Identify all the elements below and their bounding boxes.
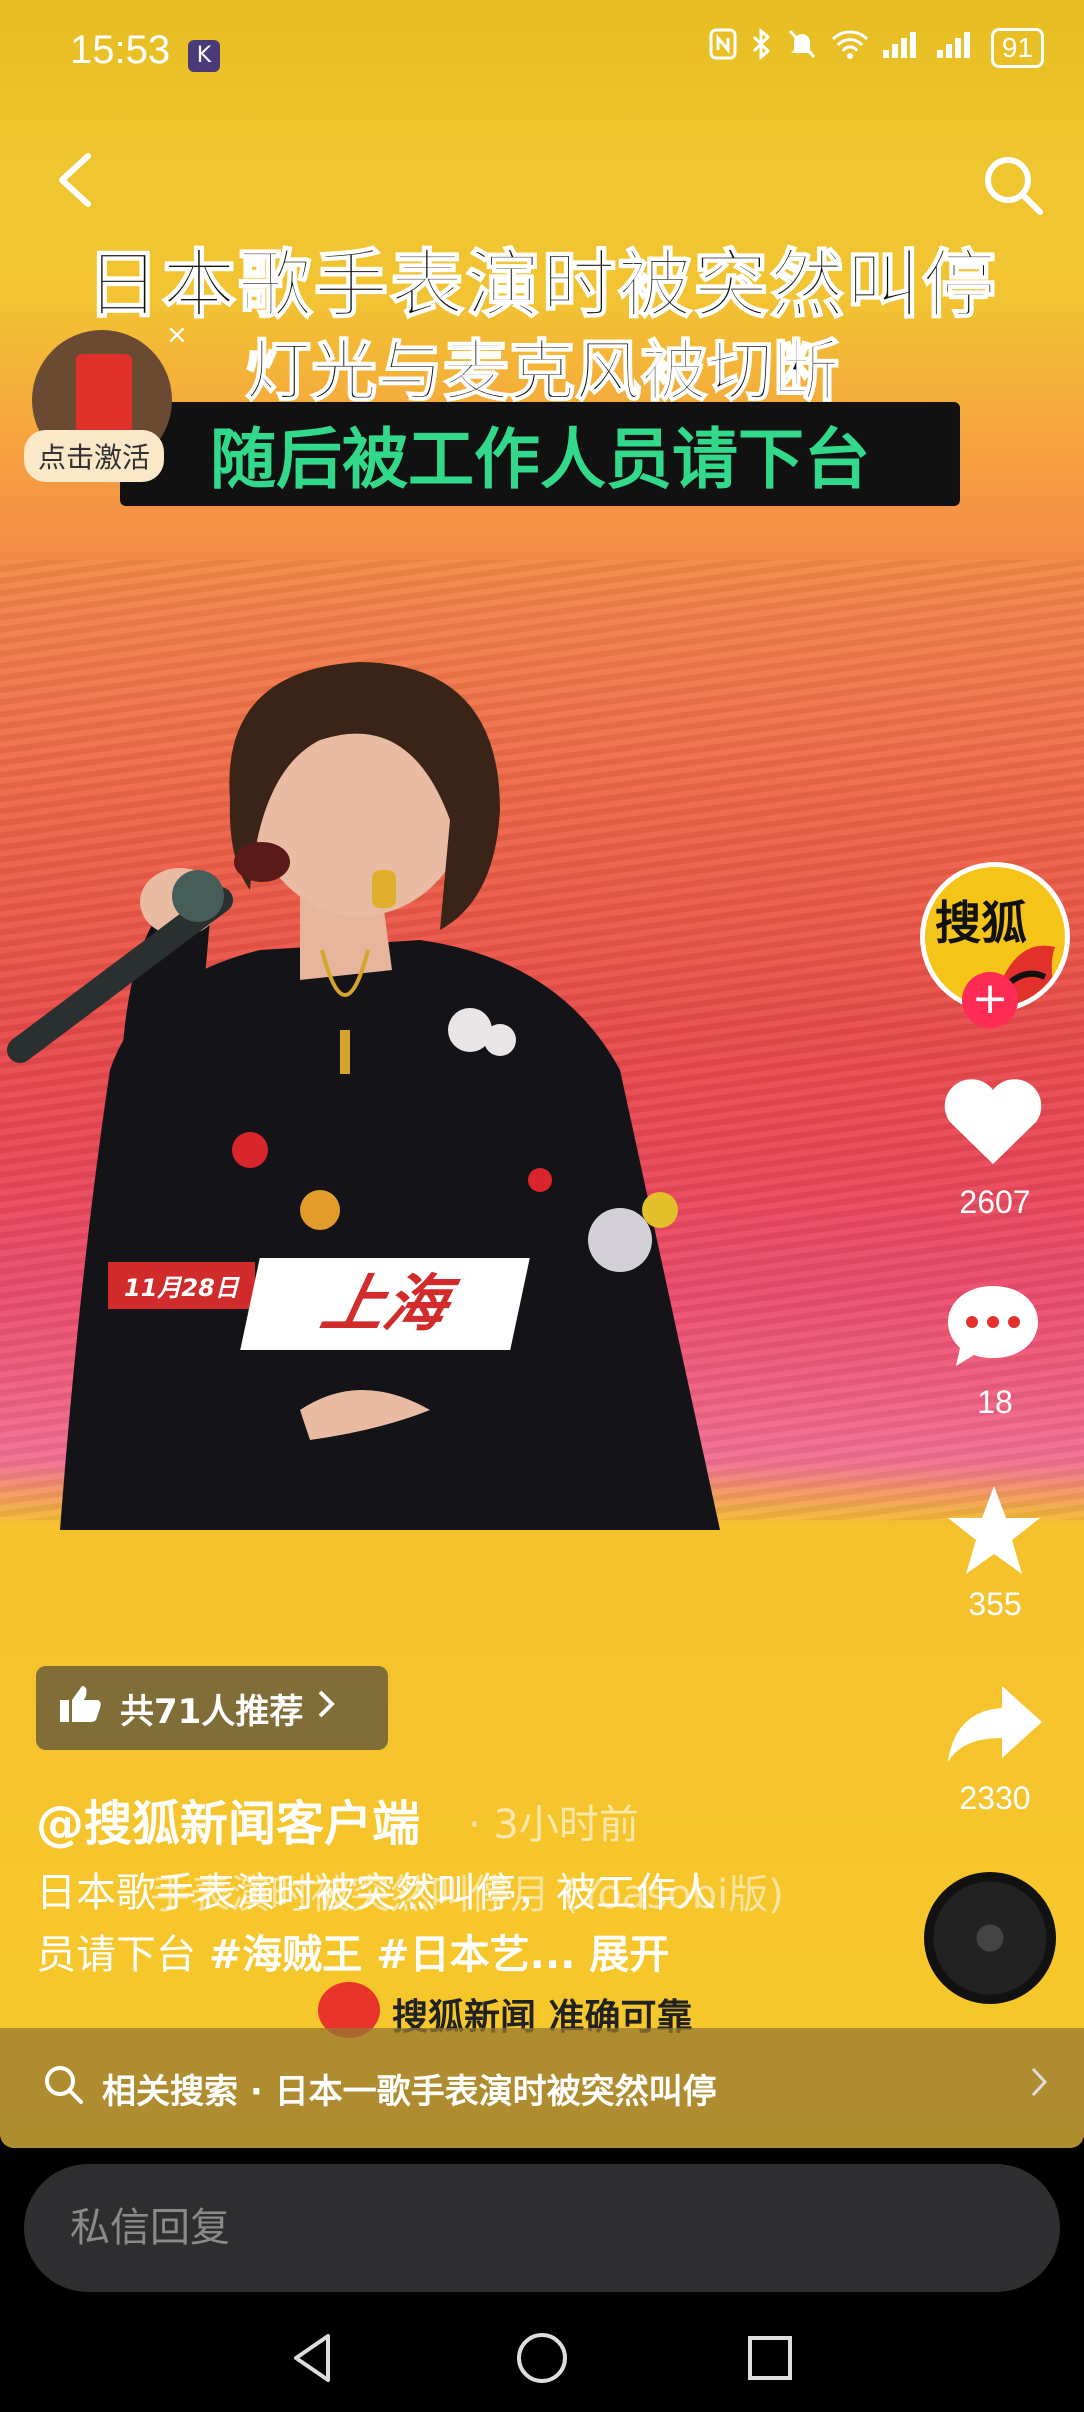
hashtag-link[interactable]: #海贼王 — [209, 1932, 363, 1978]
star-icon — [948, 1486, 1040, 1574]
chevron-left-icon — [59, 153, 91, 207]
video-headline-3: 随后被工作人员请下台 — [120, 402, 960, 506]
heart-icon — [944, 1079, 1042, 1164]
search-icon — [985, 157, 1043, 215]
date-tag: 11月28日 — [108, 1262, 255, 1309]
music-disc-icon[interactable] — [924, 1872, 1056, 2004]
like-button[interactable] — [942, 1076, 1044, 1168]
mute-icon — [787, 28, 817, 68]
chevron-right-icon — [317, 1688, 336, 1728]
bluetooth-icon — [751, 27, 773, 68]
search-icon — [42, 2063, 84, 2114]
desc-line-2: 员请下台 — [36, 1932, 209, 1978]
close-icon[interactable]: × — [166, 320, 188, 350]
favorite-button[interactable] — [944, 1482, 1044, 1578]
circle-home-icon — [517, 2333, 567, 2383]
app-badge-icon: K — [188, 40, 220, 72]
recommend-button[interactable]: 共71人推荐 — [36, 1666, 388, 1750]
nav-home-button[interactable] — [512, 2328, 572, 2388]
like-count: 2607 — [959, 1184, 1031, 1220]
thumbs-up-icon — [58, 1684, 102, 1733]
city-tag: 上海 — [240, 1258, 530, 1350]
share-count: 2330 — [959, 1780, 1031, 1816]
post-time: · 3小时前 — [468, 1802, 639, 1848]
nfc-icon — [709, 28, 737, 68]
triangle-back-icon — [294, 2334, 330, 2382]
system-nav-bar — [0, 2300, 1084, 2412]
related-search-bar[interactable]: 相关搜索 · 日本一歌手表演时被突然叫停 — [0, 2028, 1084, 2148]
back-button[interactable] — [52, 150, 102, 210]
activate-widget[interactable]: × 点击激活 — [24, 320, 194, 490]
battery-indicator: 91 — [990, 28, 1044, 68]
expand-button[interactable]: 展开 — [575, 1932, 669, 1978]
share-icon — [948, 1686, 1042, 1762]
square-recents-icon — [748, 2336, 792, 2380]
share-button[interactable] — [944, 1682, 1046, 1766]
video-headline-1: 日本歌手表演时被突然叫停 — [85, 241, 998, 329]
reply-bar — [24, 2164, 1060, 2292]
activate-label: 点击激活 — [24, 430, 165, 482]
signal-icon-2 — [936, 30, 977, 66]
nav-recents-button[interactable] — [740, 2328, 800, 2388]
nav-back-button[interactable] — [284, 2328, 344, 2388]
music-title[interactable]: 手表演时被突然叫停月 (Yoasobi版) — [150, 1862, 784, 1920]
search-button[interactable] — [978, 150, 1048, 220]
follow-button[interactable]: + — [962, 972, 1018, 1028]
chevron-right-icon — [1030, 2066, 1048, 2107]
comment-button[interactable] — [942, 1280, 1044, 1372]
status-bar: 15:53 K 91 — [70, 27, 1044, 88]
author-name[interactable]: @搜狐新闻客户端 — [36, 1784, 420, 1854]
comment-count: 18 — [977, 1384, 1013, 1420]
singer-figure — [7, 662, 720, 1530]
signal-icon-1 — [882, 30, 923, 66]
wifi-icon — [831, 29, 869, 67]
related-search-label: 相关搜索 · 日本一歌手表演时被突然叫停 — [102, 2071, 717, 2112]
reply-input[interactable] — [68, 2194, 972, 2262]
status-time: 15:53 — [70, 28, 171, 72]
hashtag-link[interactable]: #日本艺... — [362, 1932, 575, 1978]
comment-icon — [948, 1286, 1038, 1366]
red-envelope-icon — [76, 354, 132, 434]
recommend-label: 共71人推荐 — [120, 1691, 304, 1732]
favorite-count: 355 — [968, 1586, 1022, 1622]
